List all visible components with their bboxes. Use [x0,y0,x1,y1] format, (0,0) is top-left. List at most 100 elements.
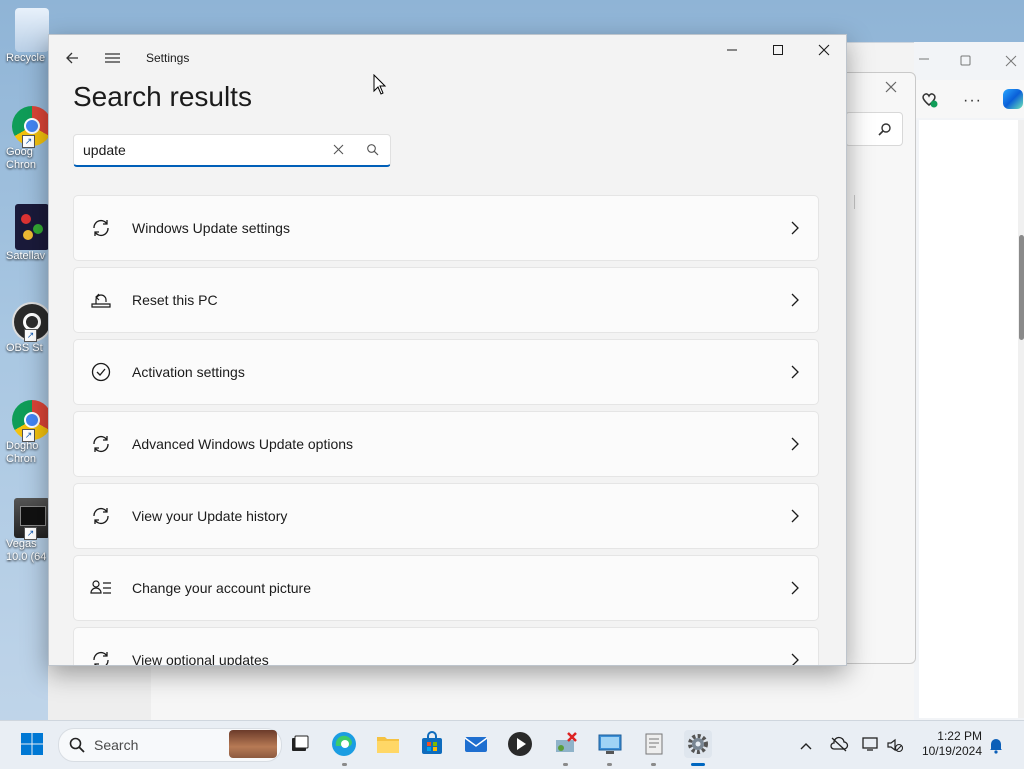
background-window-strip [48,664,151,720]
search-icon [878,123,891,136]
chevron-right-icon [791,221,799,235]
taskbar-file-explorer[interactable] [374,730,402,758]
chevron-right-icon [791,509,799,523]
store-icon [422,731,442,754]
taskbar-app-network[interactable] [552,730,580,758]
document-icon [645,733,663,755]
scrollbar[interactable] [1018,120,1024,718]
search-result-change-account-picture[interactable]: Change your account picture [73,555,819,621]
browser-content [919,120,1018,718]
taskbar-notepad[interactable] [640,730,668,758]
bg-maximize-icon[interactable] [960,54,972,66]
search-result-label: Reset this PC [132,292,218,308]
taskbar-settings[interactable] [684,730,712,758]
chrome-icon: ↗ [12,400,52,442]
maximize-icon [773,45,783,55]
clear-search-icon[interactable] [333,144,344,155]
background-window-content [151,664,919,720]
onedrive-tray-icon[interactable] [829,736,849,752]
account-list-icon [90,580,111,594]
play-icon [508,732,532,756]
start-button[interactable] [20,732,44,756]
divider [854,195,855,209]
vegas-icon: ↗ [14,498,50,540]
network-tool-icon [556,732,577,752]
search-result-windows-update-settings[interactable]: Windows Update settings [73,195,819,261]
bg-close-icon[interactable] [1005,54,1017,67]
taskbar-mail[interactable] [462,730,490,758]
chevron-right-icon [791,365,799,379]
edge-icon [332,732,356,756]
shortcut-arrow-icon: ↗ [22,429,35,442]
active-app-indicator [691,763,705,766]
taskbar-search-box[interactable]: Search [58,728,282,762]
check-circle-icon [91,362,111,382]
show-hidden-icons-button[interactable] [800,738,812,750]
back-arrow-icon [66,52,78,64]
system-clock[interactable]: 1:22 PM 10/19/2024 [912,729,982,759]
navigation-menu-button[interactable] [103,49,123,67]
tab-close-icon[interactable] [885,80,897,93]
chevron-right-icon [791,653,799,665]
back-button[interactable] [63,49,83,67]
volume-tray-icon[interactable] [886,737,904,753]
close-button[interactable] [801,35,846,65]
search-input[interactable] [83,140,323,160]
remote-desktop-icon [598,734,622,754]
search-result-reset-this-pc[interactable]: Reset this PC [73,267,819,333]
search-result-label: Windows Update settings [132,220,290,236]
running-indicator [342,763,347,766]
search-result-activation-settings[interactable]: Activation settings [73,339,819,405]
gear-icon [688,734,708,754]
search-result-label: Advanced Windows Update options [132,436,354,452]
settings-search-box[interactable] [73,134,391,167]
bg-minimize-icon[interactable] [917,52,931,64]
clock-time: 1:22 PM [937,729,982,743]
search-result-view-optional-updates[interactable]: View optional updates [73,627,819,666]
maximize-button[interactable] [755,35,801,65]
minimize-button[interactable] [709,35,755,65]
taskbar-remote-desktop[interactable] [596,730,624,758]
minimize-icon [727,49,737,51]
hamburger-menu-icon [105,53,120,63]
search-highlight-image [229,730,277,758]
notification-center-button[interactable] [988,736,1004,754]
taskbar-edge[interactable] [330,730,358,758]
mouse-cursor-icon [373,74,387,95]
running-indicator [651,763,656,766]
windows-start-icon [21,733,43,755]
satellaview-icon [15,204,49,250]
more-options-icon[interactable]: ··· [963,92,982,110]
chevron-up-icon [800,743,812,750]
chrome-icon: ↗ [12,106,52,148]
running-indicator [607,763,612,766]
sync-icon [93,436,109,452]
task-view-button[interactable] [286,730,314,758]
task-view-icon [292,735,309,751]
clock-date: 10/19/2024 [921,744,982,758]
recycle-bin-icon [15,8,49,52]
shortcut-arrow-icon: ↗ [24,329,37,342]
cloud-offline-icon [830,736,849,752]
window-title: Settings [146,51,190,65]
network-icon [862,737,878,751]
network-tray-icon[interactable] [861,736,881,752]
extension-icon[interactable] [920,90,938,108]
taskbar-store[interactable] [418,730,446,758]
copilot-icon[interactable] [1003,89,1023,109]
sync-icon [93,220,109,236]
scrollbar-thumb[interactable] [1019,235,1024,340]
page-title: Search results [73,81,252,112]
search-result-view-update-history[interactable]: View your Update history [73,483,819,549]
taskbar-media-player[interactable] [506,730,534,758]
close-icon [818,44,830,56]
running-indicator [563,763,568,766]
search-result-advanced-windows-update-options[interactable]: Advanced Windows Update options [73,411,819,477]
search-result-label: View optional updates [132,652,269,666]
chevron-right-icon [791,293,799,307]
search-results-list: Windows Update settings Reset this PC Ac… [73,195,821,666]
search-icon[interactable] [366,143,379,156]
browser-search-box[interactable] [845,112,903,146]
shortcut-arrow-icon: ↗ [22,135,35,148]
taskbar-search-label: Search [94,737,139,753]
